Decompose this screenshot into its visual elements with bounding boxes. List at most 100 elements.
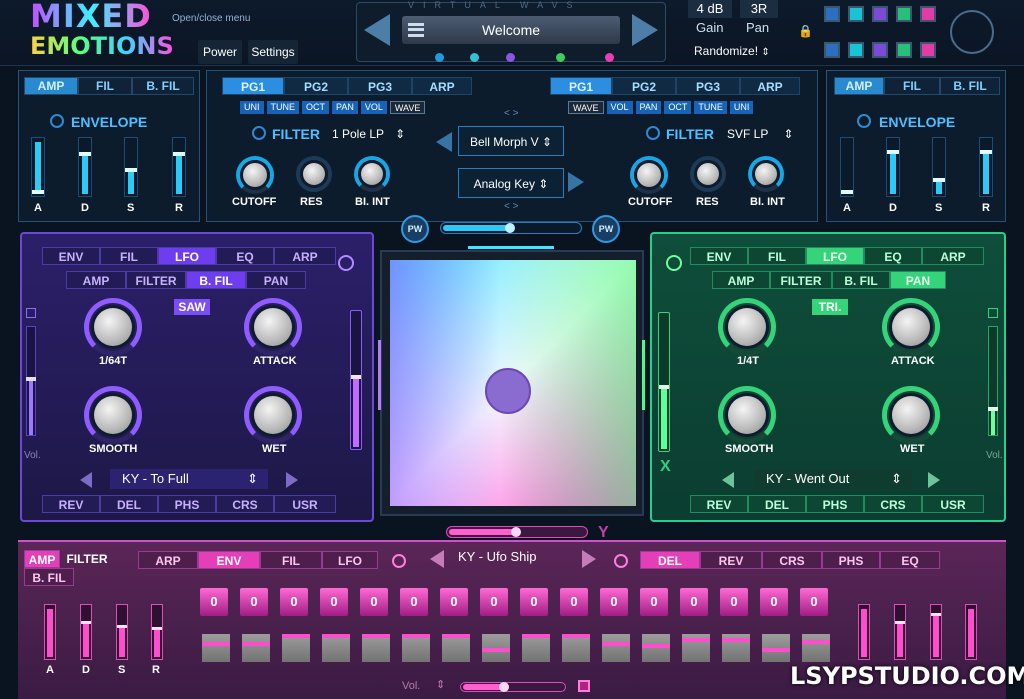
lfo-preset-select-g[interactable]: KY - Went Out ⇕ — [754, 469, 912, 489]
slider-right-3[interactable] — [930, 604, 942, 660]
smooth-knob-p[interactable] — [84, 386, 142, 444]
tab-fil-r[interactable]: FIL — [884, 77, 940, 95]
color-dot-teal[interactable] — [470, 53, 479, 62]
step-gate[interactable] — [362, 634, 390, 662]
bi-int-knob-r[interactable] — [748, 156, 784, 192]
updown-icon[interactable]: ⇕ — [436, 678, 445, 691]
settings-button[interactable]: Settings — [248, 40, 298, 64]
power-toggle-icon-r[interactable] — [857, 114, 871, 128]
y-slider[interactable] — [446, 526, 588, 538]
swatch-green[interactable] — [896, 6, 912, 22]
slider-d-r[interactable] — [886, 137, 900, 197]
cutoff-knob-r[interactable] — [630, 156, 668, 194]
fx-del-g[interactable]: DEL — [748, 495, 806, 513]
step-value[interactable]: 0 — [440, 588, 468, 616]
bottom-vol-slider[interactable] — [460, 682, 566, 692]
seq-prev-arrow-icon[interactable] — [430, 550, 444, 568]
step-gate[interactable] — [802, 634, 830, 662]
subtab-filter-p[interactable]: FILTER — [126, 271, 186, 289]
slider-r-r[interactable] — [979, 137, 993, 197]
tab-filter-b[interactable]: FILTER — [60, 550, 114, 568]
fx-eq-b[interactable]: EQ — [880, 551, 940, 569]
step-gate[interactable] — [482, 634, 510, 662]
step-gate[interactable] — [682, 634, 710, 662]
swatch-pink-2[interactable] — [920, 42, 936, 58]
subtab-oct[interactable]: OCT — [302, 101, 329, 114]
swatch-teal-2[interactable] — [848, 42, 864, 58]
tab-lfo-p[interactable]: LFO — [158, 247, 216, 265]
slider-d[interactable] — [78, 137, 92, 197]
side-slider-g[interactable] — [658, 312, 670, 452]
tab-env-g[interactable]: ENV — [690, 247, 748, 265]
tab-arp-b[interactable]: ARP — [138, 551, 198, 569]
tab-amp[interactable]: AMP — [24, 77, 78, 95]
subtab-tune[interactable]: TUNE — [266, 101, 299, 114]
pw-left-button[interactable]: PW — [401, 215, 429, 243]
attack-knob-g[interactable] — [882, 298, 940, 356]
tab-pg2-right[interactable]: PG2 — [612, 77, 676, 95]
step-gate[interactable] — [562, 634, 590, 662]
subtab-wave[interactable]: WAVE — [389, 101, 426, 114]
step-gate[interactable] — [282, 634, 310, 662]
step-gate[interactable] — [602, 634, 630, 662]
subtab-wave-r[interactable]: WAVE — [568, 101, 604, 114]
res-knob-r[interactable] — [690, 156, 726, 192]
wave-nav-up[interactable]: < > — [504, 108, 518, 119]
swatch-pink[interactable] — [920, 6, 936, 22]
step-value[interactable]: 0 — [520, 588, 548, 616]
lfo-next-arrow-icon[interactable] — [286, 472, 298, 488]
swatch-blue[interactable] — [824, 6, 840, 22]
step-value[interactable]: 0 — [280, 588, 308, 616]
side-slider-p[interactable] — [350, 310, 362, 450]
wave-left-arrow-icon[interactable] — [436, 132, 452, 152]
slider-d-b[interactable] — [80, 604, 92, 660]
tab-amp-b[interactable]: AMP — [24, 550, 60, 568]
tab-arp-left[interactable]: ARP — [412, 77, 472, 95]
step-value[interactable]: 0 — [600, 588, 628, 616]
tab-arp-g[interactable]: ARP — [922, 247, 984, 265]
subtab-amp-g[interactable]: AMP — [712, 271, 770, 289]
subtab-vol[interactable]: VOL — [360, 101, 387, 114]
fx-phs-g[interactable]: PHS — [806, 495, 864, 513]
filter-type-select-r[interactable]: SVF LP ⇕ — [727, 127, 794, 141]
step-gate[interactable] — [522, 634, 550, 662]
step-value[interactable]: 0 — [800, 588, 828, 616]
step-gate[interactable] — [762, 634, 790, 662]
swatch-purple[interactable] — [872, 6, 888, 22]
vol-toggle-p[interactable] — [26, 308, 36, 318]
step-value[interactable]: 0 — [480, 588, 508, 616]
next-preset-arrow-icon[interactable] — [632, 14, 658, 46]
power-toggle-icon[interactable] — [50, 114, 64, 128]
step-value[interactable]: 0 — [400, 588, 428, 616]
lfo-next-arrow-icon-g[interactable] — [928, 472, 940, 488]
filter-power-icon-r[interactable] — [646, 126, 660, 140]
fx-crs-p[interactable]: CRS — [216, 495, 274, 513]
fx-rev-b[interactable]: REV — [700, 551, 762, 569]
swatch-purple-2[interactable] — [872, 42, 888, 58]
fx-usr-p[interactable]: USR — [274, 495, 336, 513]
tab-pg3-left[interactable]: PG3 — [348, 77, 412, 95]
subtab-uni-r[interactable]: UNI — [729, 101, 754, 114]
slider-a[interactable] — [31, 137, 45, 197]
swatch-green-2[interactable] — [896, 42, 912, 58]
subtab-pan[interactable]: PAN — [332, 101, 358, 114]
attack-knob-p[interactable] — [244, 298, 302, 356]
preset-name[interactable]: Welcome — [402, 16, 620, 44]
lfo-prev-arrow-icon[interactable] — [80, 472, 92, 488]
res-knob[interactable] — [296, 156, 332, 192]
pw-right-button[interactable]: PW — [592, 215, 620, 243]
color-dot-green[interactable] — [556, 53, 565, 62]
tab-fil[interactable]: FIL — [78, 77, 132, 95]
filter-type-select[interactable]: 1 Pole LP ⇕ — [332, 127, 405, 141]
tab-eq-g[interactable]: EQ — [864, 247, 922, 265]
step-gate[interactable] — [642, 634, 670, 662]
color-dot-purple[interactable] — [506, 53, 515, 62]
pan-value[interactable]: 3R — [740, 0, 778, 18]
slider-a-b[interactable] — [44, 604, 56, 660]
rate-knob-g[interactable] — [718, 298, 776, 356]
gain-value[interactable]: 4 dB — [688, 0, 732, 18]
xy-pad-cursor[interactable] — [485, 368, 531, 414]
slider-a-r[interactable] — [840, 137, 854, 197]
step-gate[interactable] — [722, 634, 750, 662]
subtab-amp-p[interactable]: AMP — [66, 271, 126, 289]
